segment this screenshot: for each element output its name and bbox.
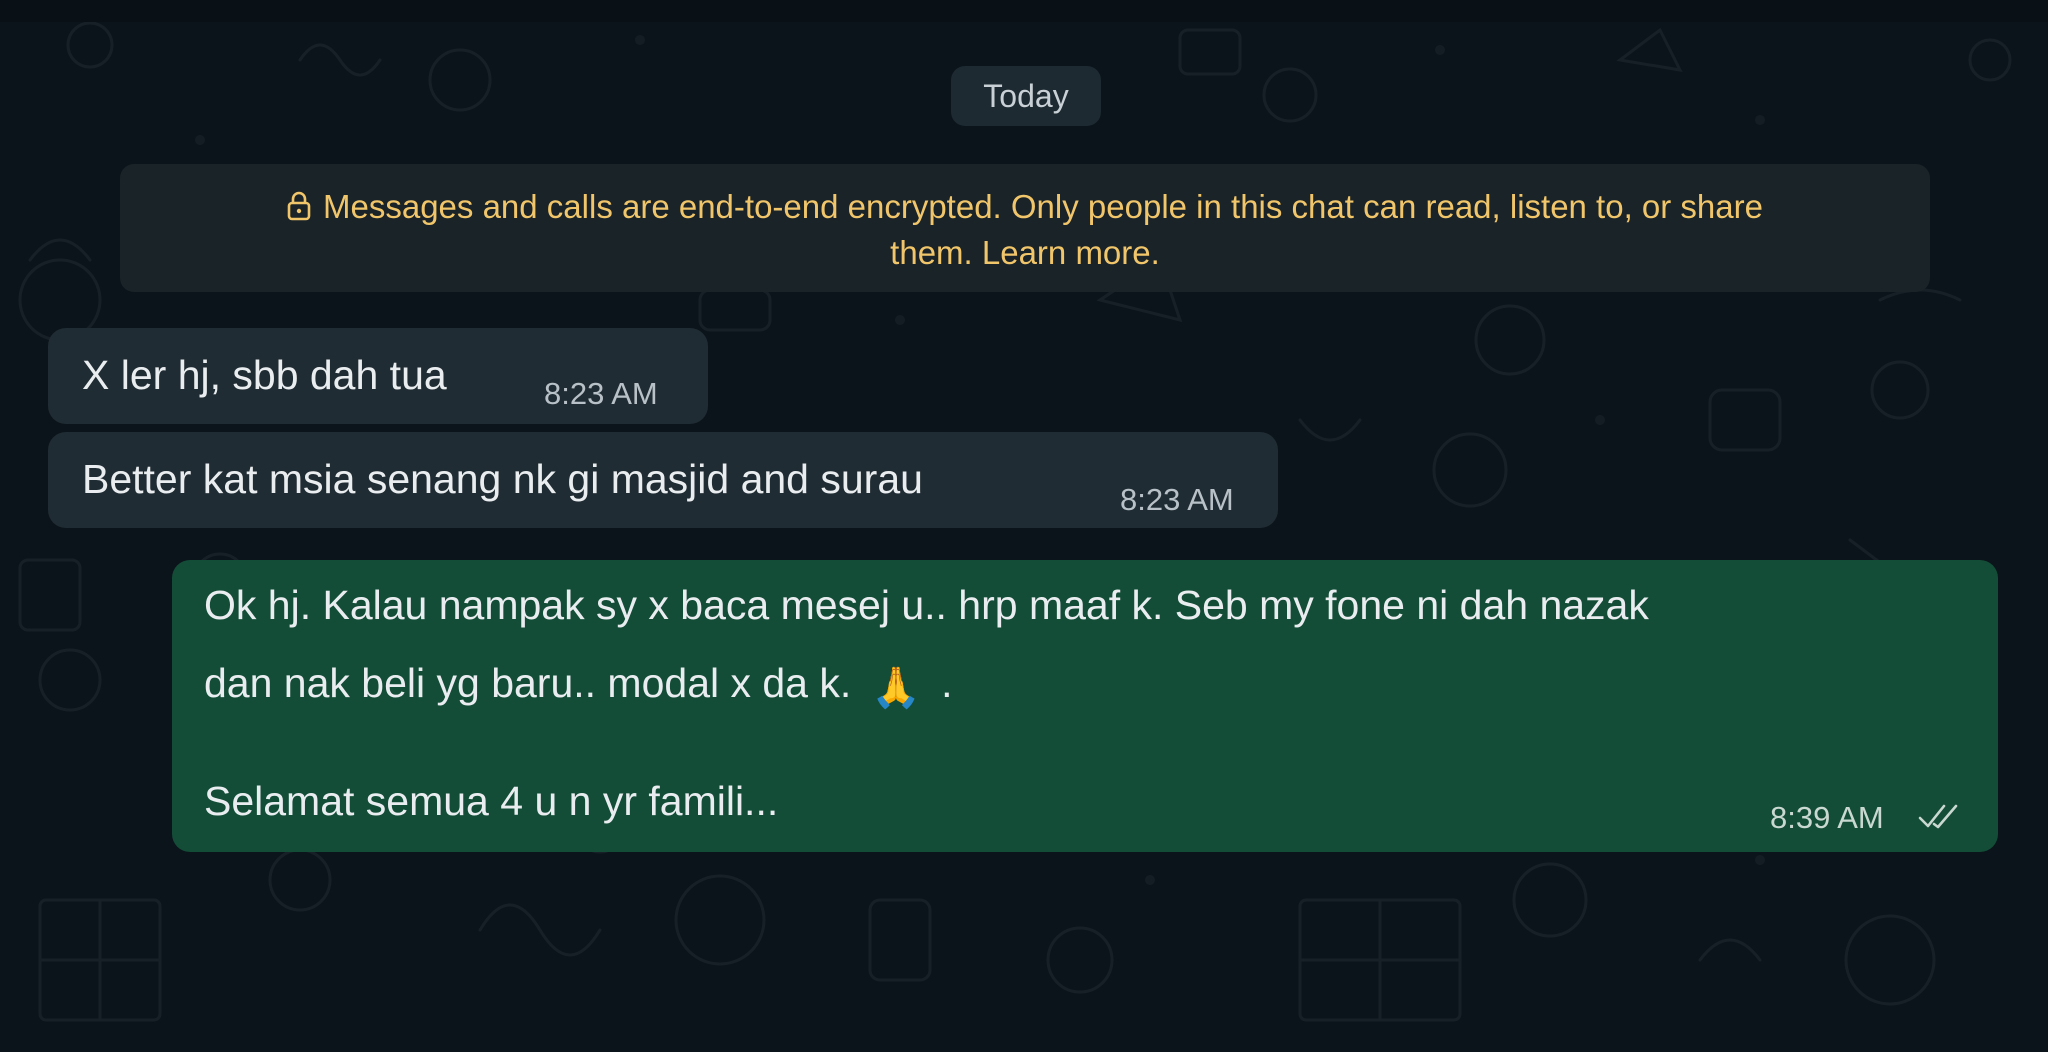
date-separator-label: Today (983, 77, 1069, 114)
message-text-line1: Ok hj. Kalau nampak sy x baca mesej u.. … (204, 582, 1649, 628)
incoming-message-bubble[interactable]: Better kat msia senang nk gi masjid and … (48, 432, 1278, 528)
message-time: 8:23 AM (1120, 482, 1234, 517)
lock-icon (287, 191, 311, 221)
chat-window: Today Messages and calls are end-to-end … (0, 0, 2048, 1052)
message-text-line2-body: dan nak beli yg baru.. modal x da k. (204, 660, 852, 706)
encryption-notice-line1: Messages and calls are end-to-end encryp… (150, 184, 1900, 230)
top-edge (0, 0, 2048, 22)
message-text-line2: dan nak beli yg baru.. modal x da k. 🙏. (204, 660, 953, 708)
encryption-notice-line2: them. Learn more. (150, 230, 1900, 276)
encryption-notice-text-2: them. (890, 234, 982, 271)
incoming-message-bubble[interactable]: X ler hj, sbb dah tua 8:23 AM (48, 328, 708, 424)
message-text-line3: Selamat semua 4 u n yr famili... (204, 778, 779, 824)
folded-hands-emoji-icon: 🙏 (871, 666, 922, 710)
encryption-notice[interactable]: Messages and calls are end-to-end encryp… (120, 164, 1930, 292)
outgoing-message-bubble[interactable]: Ok hj. Kalau nampak sy x baca mesej u.. … (172, 560, 1998, 852)
learn-more-link[interactable]: Learn more. (982, 234, 1160, 271)
encryption-notice-text: Messages and calls are end-to-end encryp… (323, 188, 1763, 225)
message-time: 8:39 AM (1770, 800, 1884, 835)
date-separator: Today (951, 66, 1101, 126)
message-text-line2-end: . (941, 660, 953, 706)
message-text: X ler hj, sbb dah tua (82, 352, 447, 398)
message-time: 8:23 AM (544, 376, 658, 411)
double-check-read-icon (1918, 804, 1958, 829)
message-text: Better kat msia senang nk gi masjid and … (82, 456, 923, 502)
